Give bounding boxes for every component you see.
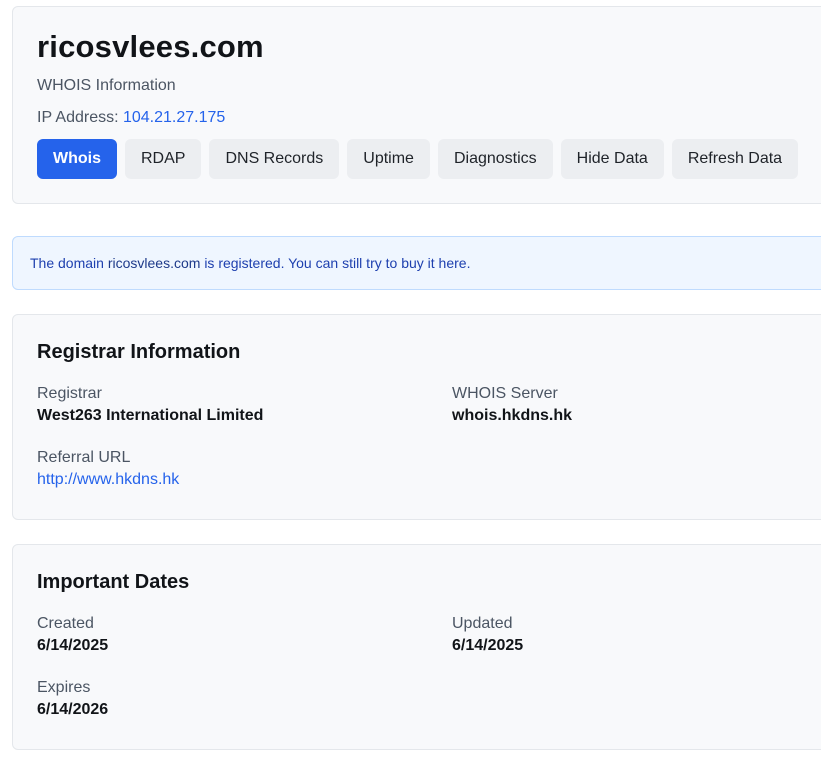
created-label: Created	[37, 615, 94, 632]
registrar-label: Registrar	[37, 385, 102, 402]
tab-dns-records[interactable]: DNS Records	[209, 139, 340, 179]
tab-diagnostics[interactable]: Diagnostics	[437, 139, 553, 179]
registration-notice: The domain ricosvlees.com is registered.…	[12, 236, 821, 290]
buy-here-link[interactable]: here	[439, 255, 467, 271]
referral-url-field: Referral URL http://www.hkdns.hk	[37, 449, 179, 489]
updated-value: 6/14/2025	[452, 637, 524, 654]
updated-label: Updated	[452, 615, 513, 632]
updated-field: Updated 6/14/2025	[452, 615, 523, 655]
referral-url-label: Referral URL	[37, 449, 131, 466]
registrar-info-card: Registrar Information Registrar West263 …	[12, 314, 821, 520]
important-dates-card: Important Dates Created 6/14/2025 Update…	[12, 544, 821, 750]
registrar-section-title: Registrar Information	[37, 341, 241, 363]
hide-data-button[interactable]: Hide Data	[560, 139, 664, 179]
tab-bar: Whois RDAP DNS Records Uptime Diagnostic…	[37, 139, 799, 179]
whois-server-label: WHOIS Server	[452, 385, 558, 402]
refresh-data-button[interactable]: Refresh Data	[671, 139, 799, 179]
dates-section-title: Important Dates	[37, 571, 190, 593]
ip-address-line: IP Address: 104.21.27.175	[37, 109, 225, 127]
page-title: ricosvlees.com	[37, 29, 264, 64]
expires-label: Expires	[37, 679, 91, 696]
ip-address-label: IP Address:	[37, 109, 119, 126]
tab-uptime[interactable]: Uptime	[347, 139, 430, 179]
notice-prefix: The domain	[30, 255, 104, 271]
expires-field: Expires 6/14/2026	[37, 679, 108, 719]
whois-server-value: whois.hkdns.hk	[452, 407, 573, 424]
notice-middle: is registered. You can still try to buy …	[204, 255, 435, 271]
referral-url-link[interactable]: http://www.hkdns.hk	[37, 471, 179, 489]
ip-address-link[interactable]: 104.21.27.175	[123, 109, 225, 126]
tab-rdap[interactable]: RDAP	[125, 139, 202, 179]
registrar-value: West263 International Limited	[37, 407, 264, 424]
tab-whois[interactable]: Whois	[37, 139, 117, 179]
notice-domain: ricosvlees.com	[107, 255, 201, 271]
registrar-field: Registrar West263 International Limited	[37, 385, 263, 425]
created-field: Created 6/14/2025	[37, 615, 108, 655]
page-subtitle: WHOIS Information	[37, 77, 176, 94]
notice-suffix: .	[466, 255, 471, 271]
whois-server-field: WHOIS Server whois.hkdns.hk	[452, 385, 572, 425]
created-value: 6/14/2025	[37, 637, 109, 654]
expires-value: 6/14/2026	[37, 701, 109, 718]
domain-header-card: ricosvlees.com WHOIS Information IP Addr…	[12, 6, 821, 204]
